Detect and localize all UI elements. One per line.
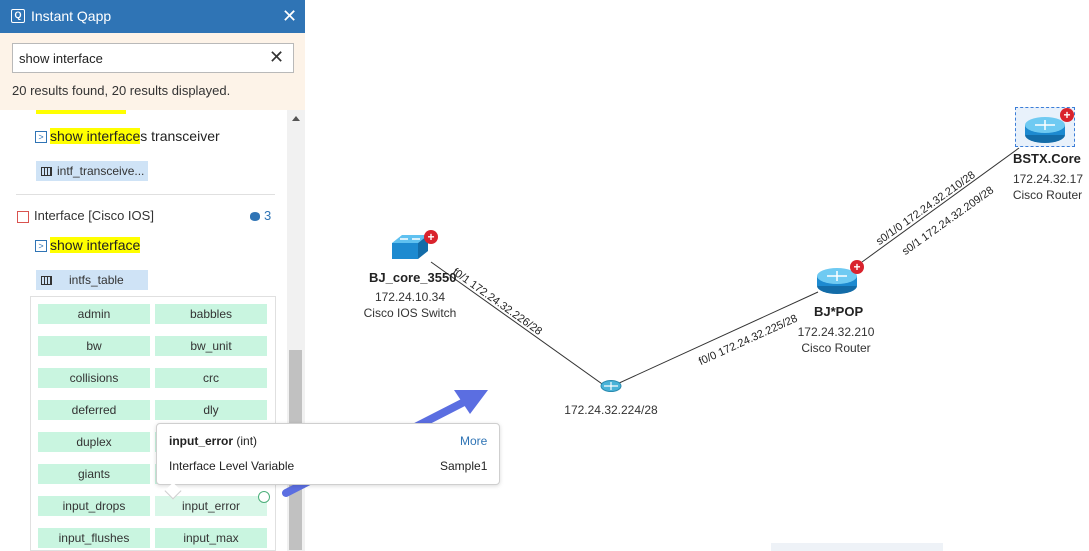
bj-pop-name[interactable]: BJ*POP (814, 304, 863, 319)
table-icon (41, 276, 52, 286)
bj-pop-ip: 172.24.32.210 (797, 325, 875, 339)
variable-bw-unit[interactable]: bw_unit (155, 336, 267, 356)
bstx-router-icon[interactable]: + (1023, 108, 1074, 150)
bj-pop-type: Cisco Router (801, 341, 871, 355)
bstx-type: Cisco Router (1012, 188, 1083, 202)
tooltip-more-link[interactable]: More (460, 434, 487, 448)
search-box: ✕ (12, 43, 294, 73)
variable-admin[interactable]: admin (38, 304, 150, 324)
database-icon (250, 212, 260, 222)
variable-bw[interactable]: bw (38, 336, 150, 356)
bstx-ip: 172.24.32.17 (1012, 172, 1084, 186)
variable-input-flushes[interactable]: input_flushes (38, 528, 150, 548)
clear-search-icon[interactable]: ✕ (269, 47, 284, 68)
command-show-interface[interactable]: > show interface (35, 237, 141, 255)
expand-plus-icon[interactable]: + (424, 230, 438, 244)
terminal-icon: > (35, 131, 47, 144)
variable-collisions[interactable]: collisions (38, 368, 150, 388)
panel-title: Instant Qapp (31, 8, 112, 24)
result-count: 20 results found, 20 results displayed. (12, 83, 231, 98)
select-radio[interactable] (258, 491, 270, 503)
bj-core-type: Cisco IOS Switch (363, 306, 457, 320)
expand-plus-icon[interactable]: + (1060, 108, 1074, 122)
close-icon[interactable]: ✕ (282, 6, 297, 26)
bj-pop-router-icon[interactable]: + (815, 260, 864, 301)
command-highlight: show interface (50, 237, 141, 253)
variable-crc[interactable]: crc (155, 368, 267, 388)
subnet-hub-icon[interactable] (600, 379, 622, 398)
bj-core-switch-icon[interactable]: + (388, 230, 438, 268)
variable-tooltip: input_error (int) More Interface Level V… (156, 423, 500, 500)
bj-core-ip: 172.24.10.34 (374, 290, 446, 304)
scroll-up-icon[interactable] (292, 116, 300, 121)
bj-core-name[interactable]: BJ_core_3550 (369, 270, 456, 285)
variable-input-drops[interactable]: input_drops (38, 496, 150, 516)
tooltip-var-type: (int) (236, 434, 258, 448)
variable-giants[interactable]: giants (38, 464, 150, 484)
table-intf-transceiver[interactable]: intf_transceive... (36, 161, 148, 181)
subnet-ip: 172.24.32.224/28 (564, 403, 658, 417)
group-count-value: 3 (264, 208, 272, 223)
tooltip-sample: Sample1 (440, 459, 488, 473)
variable-dly[interactable]: dly (155, 400, 267, 420)
expand-plus-icon[interactable]: + (850, 260, 864, 274)
table-intfs-table[interactable]: intfs_table (36, 270, 148, 290)
variable-deferred[interactable]: deferred (38, 400, 150, 420)
table-label: intf_transceive... (57, 164, 145, 178)
qapp-icon: Q (11, 9, 25, 23)
clipped-highlight (36, 110, 126, 114)
search-input[interactable] (19, 49, 259, 67)
table-icon (41, 167, 52, 177)
map-bottom-element (771, 543, 943, 551)
group-divider (16, 194, 275, 195)
tooltip-var-name: input_error (169, 434, 234, 448)
variable-babbles[interactable]: babbles (155, 304, 267, 324)
app-root: Q Instant Qapp ✕ ✕ 20 results found, 20 … (0, 0, 1089, 551)
command-rest: s transceiver (140, 128, 220, 144)
tooltip-level: Interface Level Variable (169, 459, 295, 473)
table-label: intfs_table (69, 273, 124, 287)
qapp-group-icon (17, 210, 29, 223)
group-count: 3 (250, 208, 271, 223)
link-subnet-pop[interactable] (616, 291, 819, 385)
group-interface-cisco-ios[interactable]: Interface [Cisco IOS] (17, 208, 154, 223)
variable-input-max[interactable]: input_max (155, 528, 267, 548)
panel-title-bar: Q Instant Qapp ✕ (0, 0, 305, 33)
command-show-interfaces-transceiver[interactable]: > show interfaces transceiver (35, 128, 220, 146)
command-highlight: show interface (50, 128, 141, 144)
tooltip-variable: input_error (int) (169, 434, 257, 448)
variable-duplex[interactable]: duplex (38, 432, 150, 452)
terminal-icon: > (35, 240, 47, 253)
search-area: ✕ 20 results found, 20 results displayed… (0, 33, 305, 110)
group-name: Interface [Cisco IOS] (34, 208, 154, 223)
bstx-name[interactable]: BSTX.Core (1013, 151, 1081, 166)
